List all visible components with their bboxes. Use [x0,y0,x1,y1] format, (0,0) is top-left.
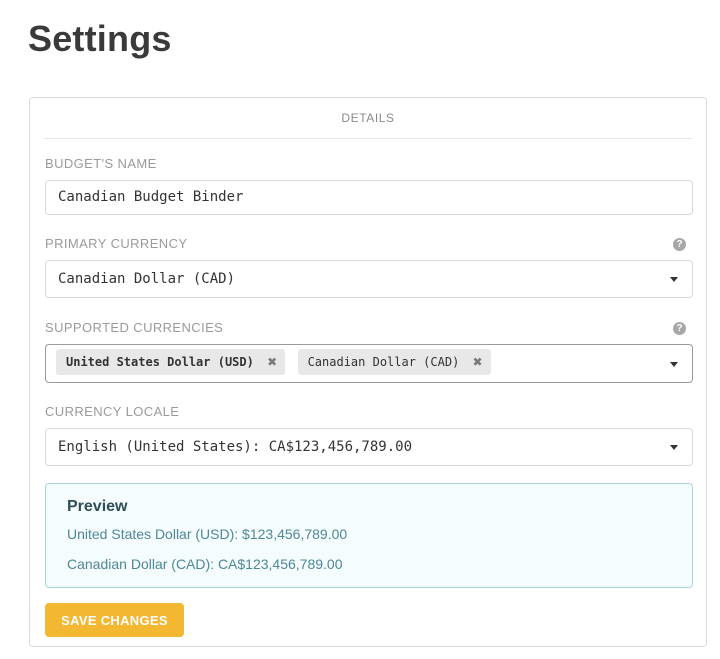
currency-locale-value: English (United States): CA$123,456,789.… [58,439,413,455]
chevron-down-icon[interactable] [670,277,678,282]
primary-currency-label: PRIMARY CURRENCY [45,236,188,251]
budget-name-label: BUDGET'S NAME [45,156,157,171]
chip-label: United States Dollar (USD) [66,355,254,369]
primary-currency-select[interactable]: Canadian Dollar (CAD) [45,260,693,298]
chip-label: Canadian Dollar (CAD) [307,355,460,369]
chevron-down-icon[interactable] [670,445,678,450]
currency-chip-usd: United States Dollar (USD) ✖ [56,349,286,375]
close-icon[interactable]: ✖ [267,349,277,375]
settings-card: DETAILS BUDGET'S NAME Canadian Budget Bi… [29,97,707,647]
card-header: DETAILS [44,98,692,139]
chevron-down-icon[interactable] [670,361,678,367]
budget-name-input[interactable]: Canadian Budget Binder [45,180,693,215]
page-title: Settings [28,18,172,59]
preview-title: Preview [67,498,128,515]
preview-line-cad: Canadian Dollar (CAD): CA$123,456,789.00 [67,556,343,572]
supported-currencies-multiselect[interactable]: United States Dollar (USD) ✖ Canadian Do… [45,344,693,383]
budget-name-value: Canadian Budget Binder [58,189,244,205]
supported-currencies-label: SUPPORTED CURRENCIES [45,320,224,335]
currency-locale-select[interactable]: English (United States): CA$123,456,789.… [45,428,693,466]
save-changes-button[interactable]: SAVE CHANGES [45,603,184,637]
currency-locale-label: CURRENCY LOCALE [45,404,180,419]
primary-currency-value: Canadian Dollar (CAD) [58,271,236,287]
close-icon[interactable]: ✖ [473,349,483,375]
preview-line-usd: United States Dollar (USD): $123,456,789… [67,526,348,542]
preview-panel: Preview United States Dollar (USD): $123… [45,483,693,588]
currency-chip-cad: Canadian Dollar (CAD) ✖ [297,349,491,375]
help-circle-icon[interactable]: ? [673,238,686,251]
help-circle-icon[interactable]: ? [673,322,686,335]
